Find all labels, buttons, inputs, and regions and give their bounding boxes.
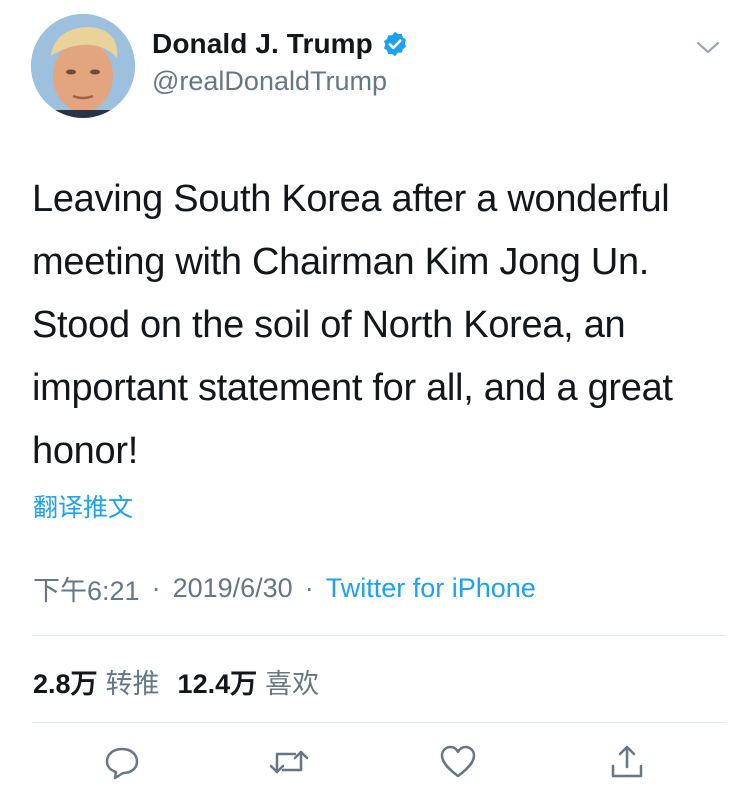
- display-name[interactable]: Donald J. Trump: [152, 28, 373, 60]
- meta-separator: ·: [304, 573, 314, 603]
- verified-badge-icon: [381, 30, 409, 58]
- retweet-label[interactable]: 转推: [106, 662, 160, 701]
- tweet-line: meeting with Chairman Kim Jong Un.: [32, 241, 650, 283]
- divider: [32, 722, 725, 723]
- action-bar: [0, 742, 750, 792]
- like-count[interactable]: 12.4万: [178, 662, 258, 701]
- tweet-stats: 2.8万 转推 12.4万 喜欢: [33, 662, 337, 701]
- like-button[interactable]: [436, 742, 480, 786]
- tweet-meta: 下午6:21 · 2019/6/30 · Twitter for iPhone: [33, 569, 536, 608]
- reply-icon: [102, 742, 142, 787]
- tweet-line: Stood on the soil of North Korea, an: [32, 304, 626, 346]
- tweet-line: important statement for all, and a great: [32, 367, 673, 409]
- name-row: Donald J. Trump: [152, 28, 409, 60]
- translate-tweet-link[interactable]: 翻译推文: [33, 488, 133, 524]
- user-handle[interactable]: @realDonaldTrump: [152, 66, 387, 97]
- tweet-source-link[interactable]: Twitter for iPhone: [326, 573, 536, 604]
- like-label[interactable]: 喜欢: [265, 662, 319, 701]
- retweet-icon: [267, 742, 311, 787]
- tweet-date: 2019/6/30: [172, 573, 293, 603]
- share-button[interactable]: [605, 742, 649, 786]
- divider: [32, 635, 725, 636]
- tweet-header: Donald J. Trump @realDonaldTrump: [0, 0, 750, 130]
- avatar[interactable]: [31, 14, 135, 118]
- tweet-time: 下午6:21: [33, 576, 140, 606]
- tweet-line: Leaving South Korea after a wonderful: [32, 178, 670, 220]
- reply-button[interactable]: [100, 742, 144, 786]
- tweet-line: honor!: [32, 430, 138, 472]
- share-icon: [607, 742, 647, 787]
- tweet-text: Leaving South Korea after a wonderful me…: [32, 168, 732, 483]
- meta-separator: ·: [151, 573, 161, 603]
- heart-icon: [438, 742, 478, 787]
- retweet-button[interactable]: [267, 742, 311, 786]
- chevron-down-icon[interactable]: [692, 36, 724, 60]
- retweet-count[interactable]: 2.8万: [33, 662, 98, 701]
